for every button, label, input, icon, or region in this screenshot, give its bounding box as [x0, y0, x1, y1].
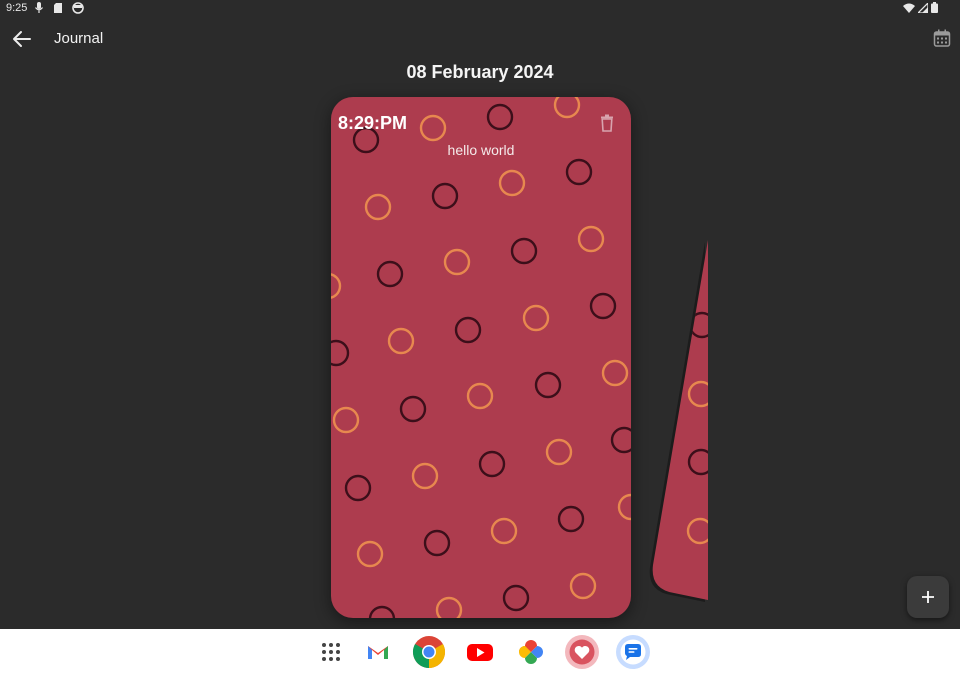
face-icon — [72, 2, 84, 14]
status-bar: 9:25 — [0, 0, 960, 18]
next-entry-card[interactable] — [646, 210, 716, 605]
add-entry-button[interactable] — [907, 576, 949, 618]
wifi-icon — [903, 3, 915, 13]
app-title: Journal — [54, 30, 104, 47]
sd-card-icon — [54, 3, 62, 13]
gmail-icon — [361, 635, 395, 669]
arrow-left-icon[interactable] — [10, 27, 34, 51]
taskbar — [0, 629, 960, 675]
heart-icon — [565, 635, 599, 669]
trash-icon[interactable] — [599, 114, 615, 132]
calendar-icon[interactable] — [932, 28, 952, 48]
chrome-app[interactable] — [412, 635, 446, 669]
card-pattern — [331, 97, 631, 618]
app-bar: Journal — [0, 18, 960, 60]
plus-icon — [922, 591, 934, 603]
battery-icon — [931, 2, 938, 13]
status-icons-left — [34, 2, 84, 14]
date-heading: 08 February 2024 — [406, 62, 554, 82]
mic-icon — [35, 2, 43, 13]
messages-icon — [616, 635, 650, 669]
messages-app[interactable] — [616, 635, 650, 669]
entry-text: hello world — [447, 142, 515, 158]
photos-icon — [519, 640, 543, 664]
grid-icon — [322, 643, 340, 661]
next-card-shape — [649, 240, 709, 602]
photos-app[interactable] — [514, 635, 548, 669]
health-app[interactable] — [565, 635, 599, 669]
gmail-app[interactable] — [361, 635, 395, 669]
status-icons-right — [903, 2, 938, 13]
entry-time: 8:29:PM — [338, 113, 408, 133]
journal-entry-card[interactable]: 8:29:PM hello world — [331, 97, 631, 618]
status-time: 9:25 — [6, 2, 28, 14]
youtube-icon — [467, 644, 493, 661]
app-drawer-button[interactable] — [314, 635, 348, 669]
youtube-app[interactable] — [463, 635, 497, 669]
signal-icon — [918, 2, 928, 13]
chrome-icon — [412, 636, 446, 669]
